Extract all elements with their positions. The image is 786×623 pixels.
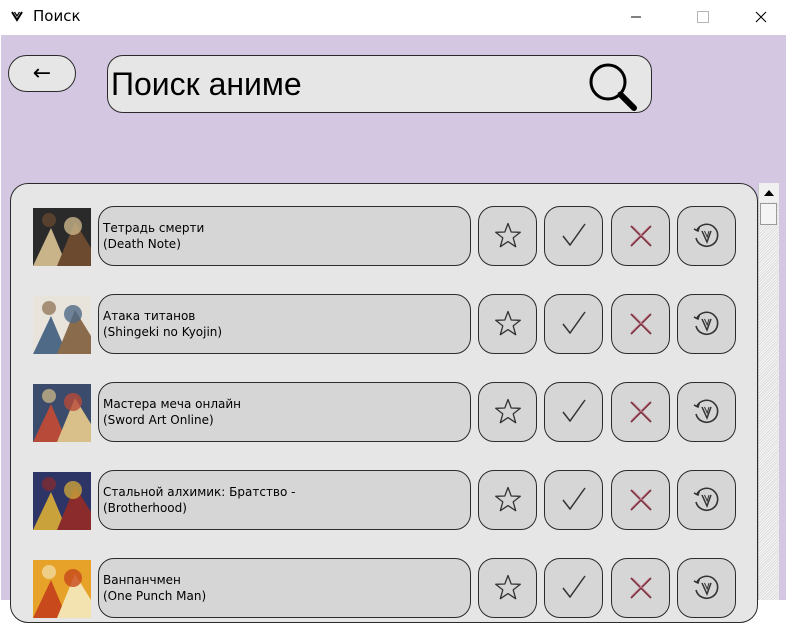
- dropped-button[interactable]: [611, 382, 670, 442]
- scrollbar[interactable]: [758, 183, 779, 600]
- rewatch-button[interactable]: [677, 206, 736, 266]
- anime-title-button[interactable]: Атака титанов (Shingeki no Kyojin): [98, 294, 471, 354]
- dropped-button[interactable]: [611, 558, 670, 618]
- check-icon: [561, 487, 586, 511]
- list-item: Тетрадь смерти (Death Note): [11, 206, 759, 266]
- replay-icon: [693, 311, 718, 335]
- star-icon: [494, 310, 521, 336]
- replay-icon: [693, 223, 718, 247]
- anime-thumbnail: [33, 472, 91, 530]
- watched-button[interactable]: [544, 294, 603, 354]
- anime-title: Мастера меча онлайн (Sword Art Online): [103, 397, 242, 427]
- anime-thumbnail: [33, 208, 91, 266]
- scroll-up-button[interactable]: [759, 183, 779, 202]
- search-box: [107, 55, 652, 113]
- check-icon: [561, 311, 586, 335]
- rewatch-button[interactable]: [677, 558, 736, 618]
- minimize-icon: [631, 16, 641, 18]
- rewatch-button[interactable]: [677, 470, 736, 530]
- favorite-button[interactable]: [478, 558, 537, 618]
- favorite-button[interactable]: [478, 470, 537, 530]
- maximize-icon: [697, 11, 709, 23]
- rewatch-button[interactable]: [677, 382, 736, 442]
- replay-icon: [693, 487, 718, 511]
- triangle-up-icon: [764, 189, 774, 196]
- rewatch-button[interactable]: [677, 294, 736, 354]
- list-item: Стальной алхимик: Братство - (Brotherhoo…: [11, 470, 759, 530]
- anime-title: Ванпанчмен (One Punch Man): [103, 573, 207, 603]
- favorite-button[interactable]: [478, 382, 537, 442]
- star-icon: [494, 486, 521, 512]
- close-icon: [755, 11, 767, 23]
- anime-title-button[interactable]: Стальной алхимик: Братство - (Brotherhoo…: [98, 470, 471, 530]
- dropped-button[interactable]: [611, 294, 670, 354]
- star-icon: [494, 574, 521, 600]
- anime-title: Тетрадь смерти (Death Note): [103, 221, 205, 251]
- star-icon: [494, 398, 521, 424]
- anime-title-button[interactable]: Мастера меча онлайн (Sword Art Online): [98, 382, 471, 442]
- anime-title-button[interactable]: Ванпанчмен (One Punch Man): [98, 558, 471, 618]
- watched-button[interactable]: [544, 382, 603, 442]
- cross-icon: [629, 313, 652, 335]
- favorite-button[interactable]: [478, 206, 537, 266]
- anime-thumbnail: [33, 384, 91, 442]
- check-icon: [561, 399, 586, 423]
- window-titlebar: Поиск: [0, 0, 786, 34]
- maximize-button[interactable]: [680, 0, 726, 34]
- list-item: Мастера меча онлайн (Sword Art Online): [11, 382, 759, 442]
- check-icon: [561, 223, 586, 247]
- dropped-button[interactable]: [611, 206, 670, 266]
- anime-title: Атака титанов (Shingeki no Kyojin): [103, 309, 223, 339]
- app-icon: [11, 11, 23, 22]
- scroll-thumb[interactable]: [760, 203, 777, 225]
- window-title: Поиск: [33, 7, 81, 25]
- anime-list: Тетрадь смерти (Death Note) Атака титанов…: [10, 183, 758, 623]
- watched-button[interactable]: [544, 206, 603, 266]
- anime-thumbnail: [33, 560, 91, 618]
- search-icon[interactable]: [586, 60, 638, 112]
- cross-icon: [629, 489, 652, 511]
- cross-icon: [629, 225, 652, 247]
- star-icon: [494, 222, 521, 248]
- search-input[interactable]: [111, 61, 581, 107]
- watched-button[interactable]: [544, 558, 603, 618]
- cross-icon: [629, 401, 652, 423]
- list-item: Атака титанов (Shingeki no Kyojin): [11, 294, 759, 354]
- favorite-button[interactable]: [478, 294, 537, 354]
- anime-thumbnail: [33, 296, 91, 354]
- list-item: Ванпанчмен (One Punch Man): [11, 558, 759, 618]
- check-icon: [561, 575, 586, 599]
- watched-button[interactable]: [544, 470, 603, 530]
- close-button[interactable]: [738, 0, 784, 34]
- dropped-button[interactable]: [611, 470, 670, 530]
- minimize-button[interactable]: [613, 0, 659, 34]
- replay-icon: [693, 399, 718, 423]
- back-button[interactable]: ←: [8, 55, 76, 92]
- anime-title: Стальной алхимик: Братство - (Brotherhoo…: [103, 485, 296, 515]
- replay-icon: [693, 575, 718, 599]
- cross-icon: [629, 577, 652, 599]
- anime-title-button[interactable]: Тетрадь смерти (Death Note): [98, 206, 471, 266]
